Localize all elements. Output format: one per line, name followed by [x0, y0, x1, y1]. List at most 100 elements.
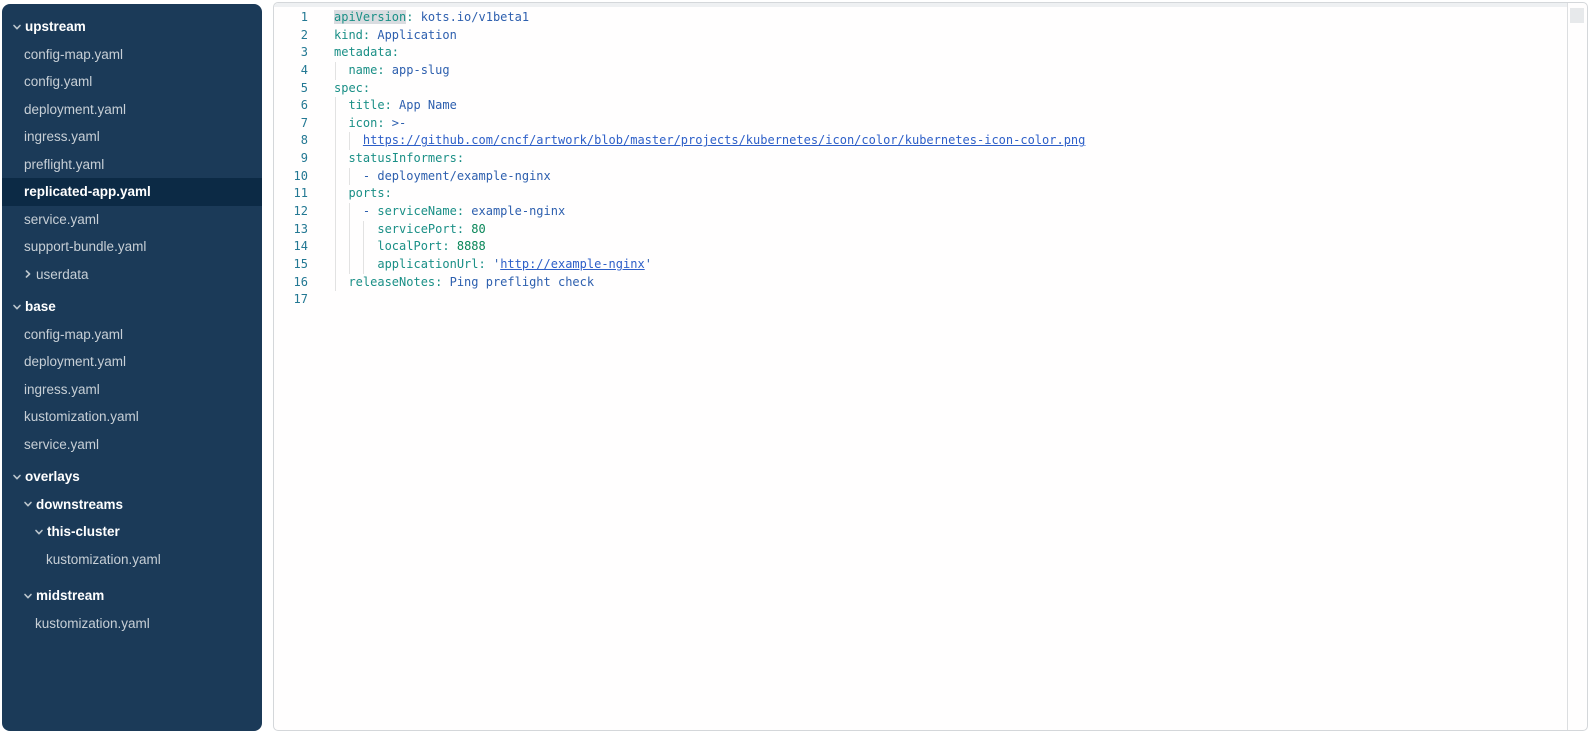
code-line[interactable]: 13 servicePort: 80 — [274, 221, 1587, 239]
code-line[interactable]: 17 — [274, 291, 1587, 309]
yaml-token-key: releaseNotes: — [348, 275, 442, 289]
chevron-right-icon — [23, 269, 36, 279]
tree-file-kustomization.yaml[interactable]: kustomization.yaml — [2, 610, 262, 638]
indent-guide — [363, 221, 364, 239]
yaml-token-value: kots.io/v1beta1 — [413, 10, 529, 24]
indent-guide — [335, 115, 336, 133]
line-content: https://github.com/cncf/artwork/blob/mas… — [334, 132, 1085, 150]
line-number: 12 — [274, 203, 308, 221]
indent-guide — [335, 221, 336, 239]
yaml-token-key: ports: — [348, 186, 391, 200]
code-line[interactable]: 8 https://github.com/cncf/artwork/blob/m… — [274, 132, 1587, 150]
code-area[interactable]: 1 apiVersion: kots.io/v1beta12kind: Appli… — [274, 3, 1587, 309]
scrollbar-thumb[interactable] — [1570, 8, 1584, 23]
tree-file-deployment.yaml[interactable]: deployment.yaml — [2, 348, 262, 376]
chevron-down-icon — [12, 472, 25, 482]
file-label: config.yaml — [24, 74, 92, 89]
yaml-token-plain — [450, 239, 457, 253]
line-content: statusInformers: — [334, 150, 464, 168]
yaml-token-plain — [334, 239, 377, 253]
line-content: icon: >- — [334, 115, 406, 133]
tree-file-config-map.yaml[interactable]: config-map.yaml — [2, 321, 262, 349]
code-line[interactable]: 10 - deployment/example-nginx — [274, 168, 1587, 186]
yaml-token-value: ' — [486, 257, 500, 271]
indent-guide — [335, 150, 336, 168]
line-number: 5 — [274, 80, 308, 98]
yaml-token-plain — [334, 63, 348, 77]
yaml-token-key: kind: — [334, 28, 370, 42]
file-label: kustomization.yaml — [46, 552, 161, 567]
chevron-down-icon — [12, 22, 25, 32]
yaml-token-value: app-slug — [385, 63, 450, 77]
code-line[interactable]: 7 icon: >- — [274, 115, 1587, 133]
code-line[interactable]: 2kind: Application — [274, 27, 1587, 45]
tree-folder-this-cluster[interactable]: this-cluster — [2, 518, 262, 546]
file-label: preflight.yaml — [24, 157, 104, 172]
yaml-token-key: name: — [348, 63, 384, 77]
code-editor[interactable]: 1 apiVersion: kots.io/v1beta12kind: Appli… — [273, 2, 1588, 731]
chevron-down-icon — [12, 302, 25, 312]
tree-folder-base[interactable]: base — [2, 293, 262, 321]
tree-folder-midstream[interactable]: midstream — [2, 582, 262, 610]
tree-file-kustomization.yaml[interactable]: kustomization.yaml — [2, 403, 262, 431]
tree-file-preflight.yaml[interactable]: preflight.yaml — [2, 151, 262, 179]
file-label: service.yaml — [24, 437, 99, 452]
yaml-token-num: 8888 — [457, 239, 486, 253]
tree-file-deployment.yaml[interactable]: deployment.yaml — [2, 96, 262, 124]
code-line[interactable]: 5spec: — [274, 80, 1587, 98]
yaml-link[interactable]: https://github.com/cncf/artwork/blob/mas… — [363, 133, 1085, 147]
tree-file-support-bundle.yaml[interactable]: support-bundle.yaml — [2, 233, 262, 261]
file-label: deployment.yaml — [24, 102, 126, 117]
tree-file-ingress.yaml[interactable]: ingress.yaml — [2, 123, 262, 151]
tree-file-config.yaml[interactable]: config.yaml — [2, 68, 262, 96]
line-number: 8 — [274, 132, 308, 150]
yaml-token-key: statusInformers: — [348, 151, 464, 165]
tree-file-service.yaml[interactable]: service.yaml — [2, 206, 262, 234]
yaml-token-value: Application — [370, 28, 457, 42]
yaml-token-plain — [334, 257, 377, 271]
yaml-token-plain — [334, 98, 348, 112]
folder-label: downstreams — [36, 497, 123, 512]
code-line[interactable]: 6 title: App Name — [274, 97, 1587, 115]
code-line[interactable]: 1 apiVersion: kots.io/v1beta1 — [274, 9, 1587, 27]
line-content: localPort: 8888 — [334, 238, 486, 256]
line-number: 10 — [274, 168, 308, 186]
tree-file-kustomization.yaml[interactable]: kustomization.yaml — [2, 546, 262, 574]
tree-file-replicated-app.yaml[interactable]: replicated-app.yaml — [2, 178, 262, 206]
indent-guide — [335, 62, 336, 80]
tree-folder-upstream[interactable]: upstream — [2, 13, 262, 41]
file-label: replicated-app.yaml — [24, 184, 151, 199]
indent-guide — [335, 256, 336, 274]
line-number: 16 — [274, 274, 308, 292]
code-line[interactable]: 14 localPort: 8888 — [274, 238, 1587, 256]
folder-label: userdata — [36, 267, 89, 282]
tree-folder-downstreams[interactable]: downstreams — [2, 491, 262, 519]
indent-guide — [349, 168, 350, 186]
code-line[interactable]: 15 applicationUrl: 'http://example-nginx… — [274, 256, 1587, 274]
code-line[interactable]: 9 statusInformers: — [274, 150, 1587, 168]
code-line[interactable]: 16 releaseNotes: Ping preflight check — [274, 274, 1587, 292]
indent-guide — [335, 185, 336, 203]
yaml-token-value: App Name — [392, 98, 457, 112]
line-content: apiVersion: kots.io/v1beta1 — [334, 9, 529, 27]
file-label: kustomization.yaml — [24, 409, 139, 424]
code-line[interactable]: 11 ports: — [274, 185, 1587, 203]
file-label: service.yaml — [24, 212, 99, 227]
yaml-token-key: serviceName: — [377, 204, 464, 218]
yaml-token-plain — [334, 151, 348, 165]
code-line[interactable]: 12 - serviceName: example-nginx — [274, 203, 1587, 221]
code-line[interactable]: 4 name: app-slug — [274, 62, 1587, 80]
tree-file-service.yaml[interactable]: service.yaml — [2, 431, 262, 459]
line-number: 9 — [274, 150, 308, 168]
tree-folder-userdata[interactable]: userdata — [2, 261, 262, 289]
tree-file-ingress.yaml[interactable]: ingress.yaml — [2, 376, 262, 404]
folder-label: upstream — [25, 19, 86, 34]
tree-folder-overlays[interactable]: overlays — [2, 463, 262, 491]
code-line[interactable]: 3metadata: — [274, 44, 1587, 62]
line-number: 1 — [274, 9, 308, 27]
chevron-down-icon — [23, 499, 36, 509]
line-number: 11 — [274, 185, 308, 203]
folder-label: this-cluster — [47, 524, 120, 539]
yaml-link[interactable]: http://example-nginx — [500, 257, 645, 271]
tree-file-config-map.yaml[interactable]: config-map.yaml — [2, 41, 262, 69]
